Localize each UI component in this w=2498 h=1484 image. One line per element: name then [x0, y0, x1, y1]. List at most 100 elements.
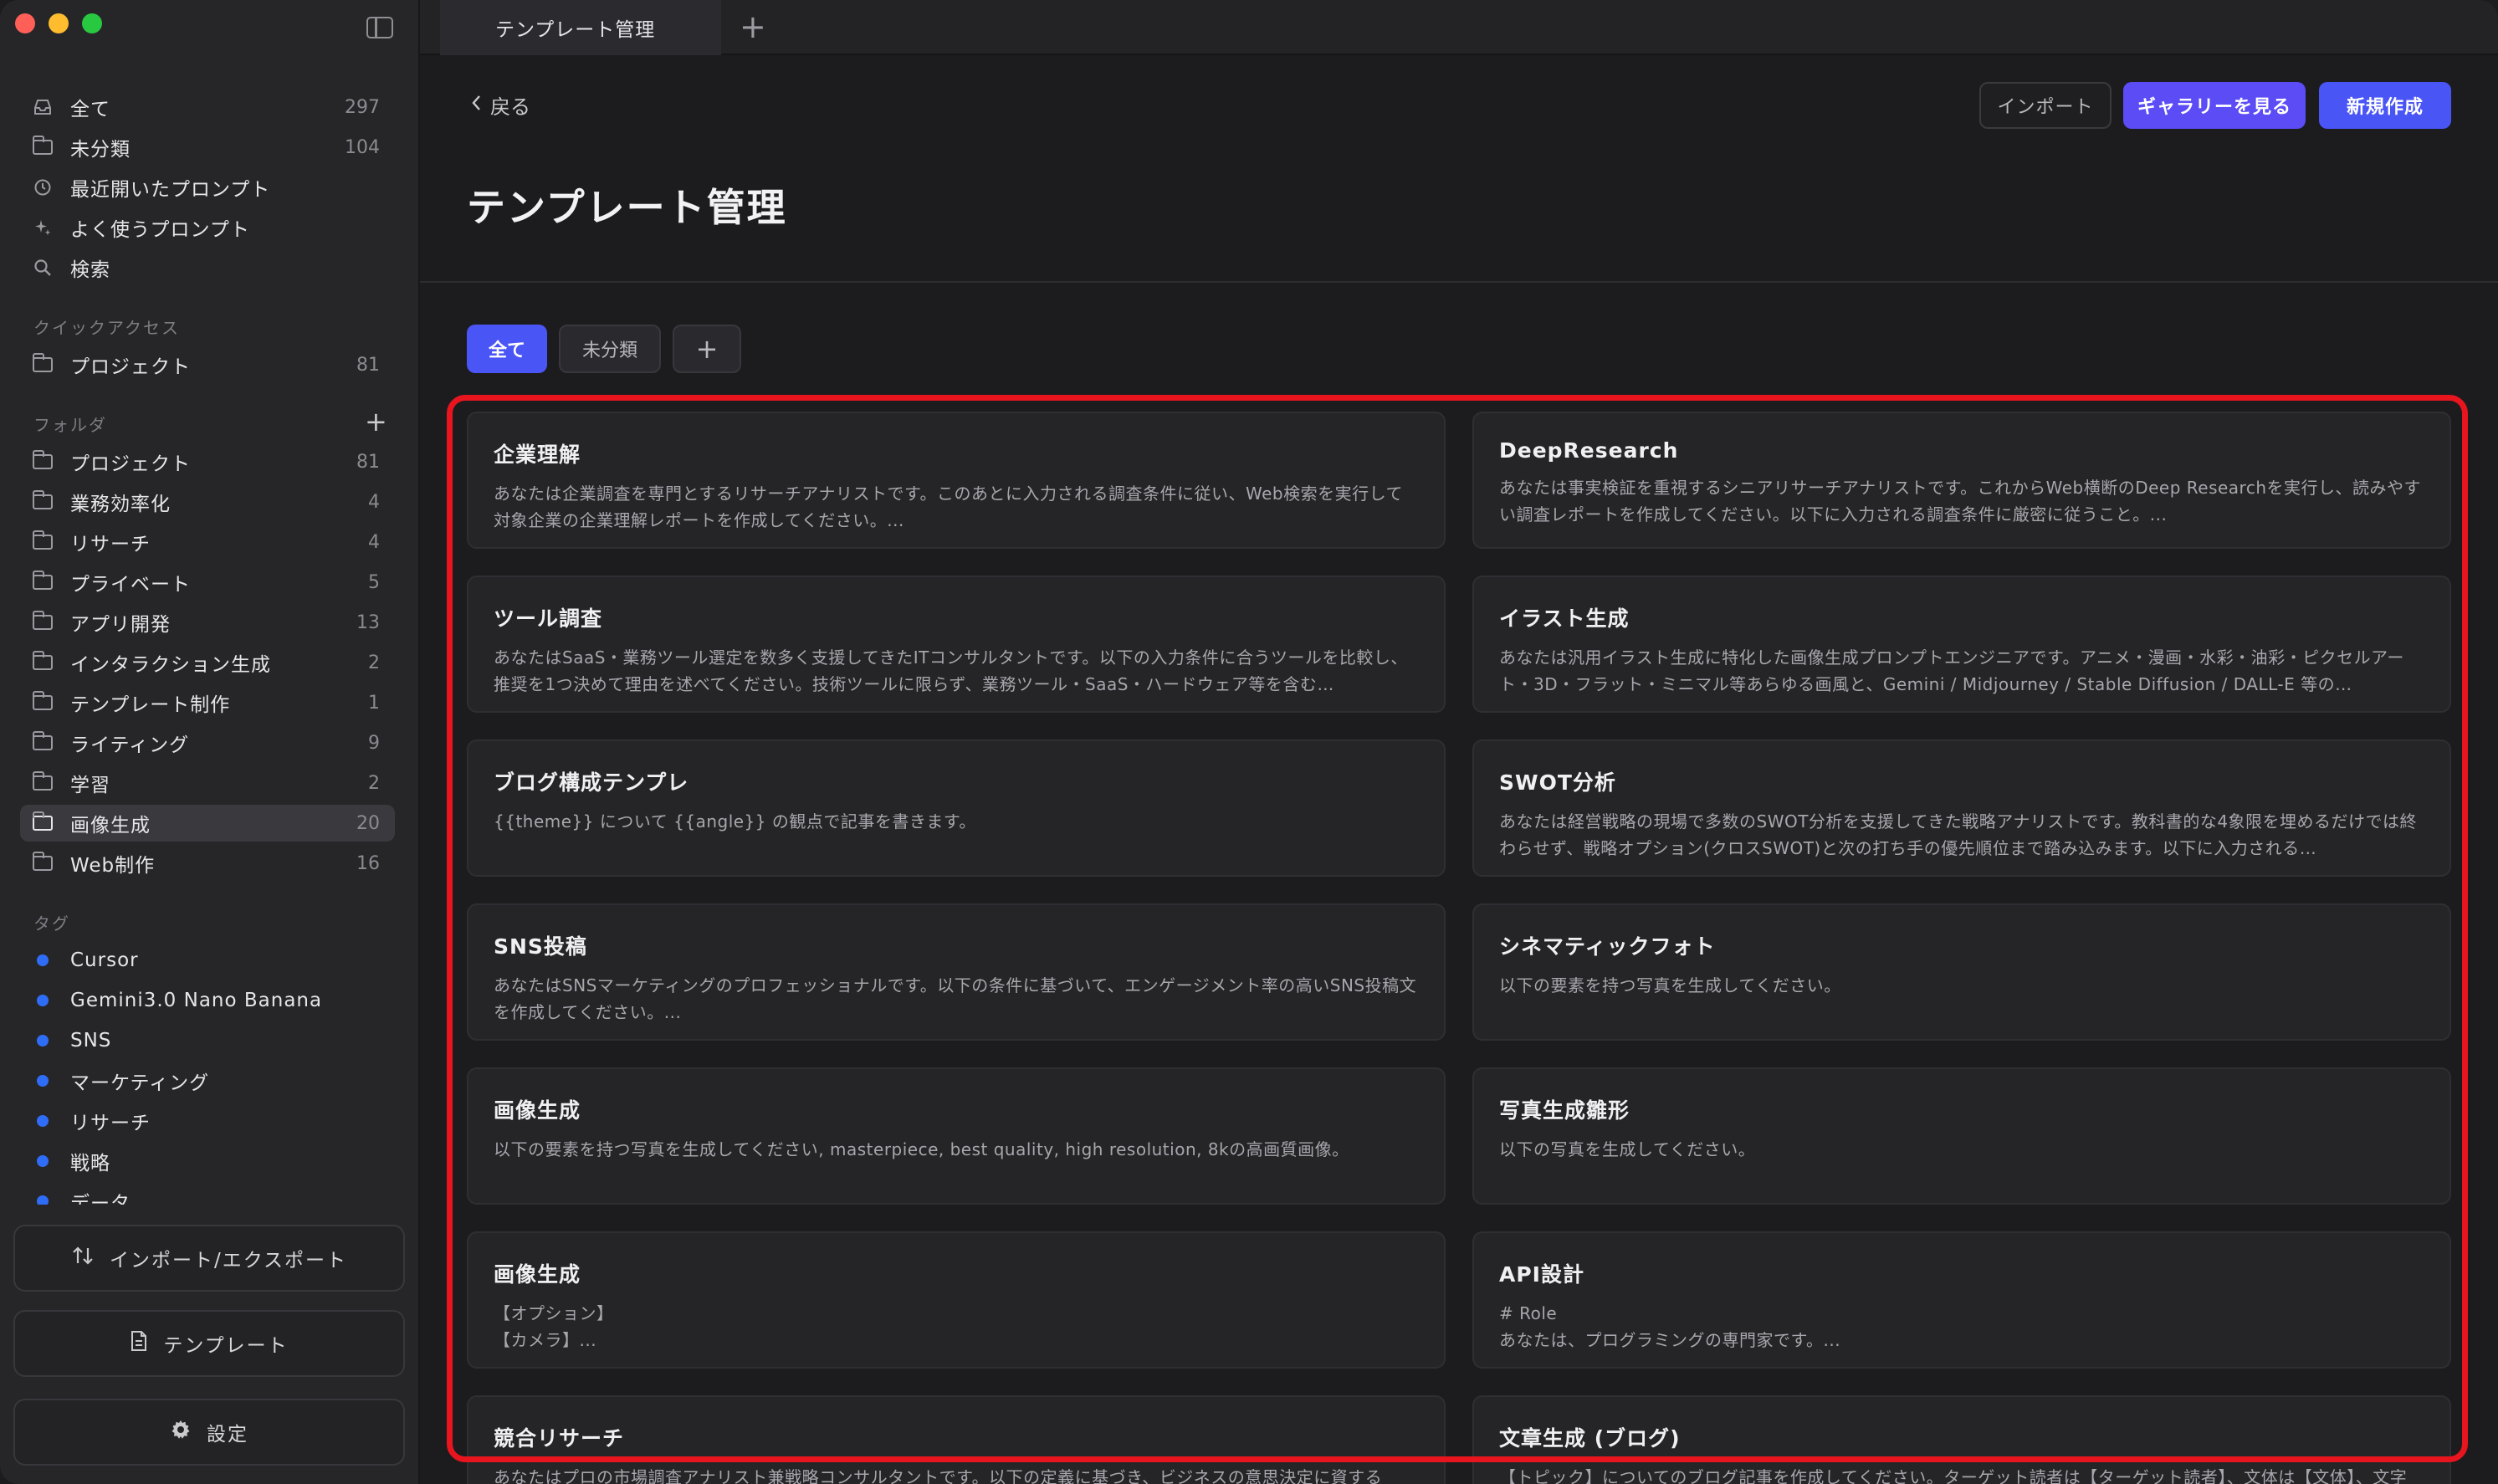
folder-item[interactable]: プロジェクト 81 [20, 443, 395, 480]
folder-item[interactable]: Web制作 16 [20, 845, 395, 882]
back-button[interactable]: 戻る [470, 90, 530, 120]
folder-item[interactable]: ライティング 9 [20, 724, 395, 761]
nav-item-all[interactable]: 全て 297 [20, 89, 395, 125]
template-card[interactable]: API設計 # Role あなたは、プログラミングの専門家です。... [1472, 1231, 2451, 1369]
add-folder-button[interactable]: + [365, 408, 387, 435]
folder-item[interactable]: プライベート 5 [20, 564, 395, 601]
tag-item[interactable]: Cursor [20, 942, 395, 979]
tag-dot-icon [32, 1070, 54, 1092]
clock-icon [32, 177, 54, 198]
add-filter-button[interactable]: + [673, 325, 741, 373]
template-card[interactable]: シネマティックフォト 以下の要素を持つ写真を生成してください。 [1472, 903, 2451, 1041]
card-description: # Role あなたは、プログラミングの専門家です。... [1499, 1303, 1841, 1350]
tag-label: 戦略 [70, 1153, 110, 1174]
filter-chip-all[interactable]: 全て [467, 325, 547, 373]
header-divider [420, 281, 2498, 283]
folder-icon [32, 530, 54, 553]
close-window-button[interactable] [15, 13, 35, 33]
template-card[interactable]: ブログ構成テンプレ {{theme}} について {{angle}} の観点で記… [467, 739, 1446, 877]
nav-label: 最近開いたプロンプト [70, 179, 271, 201]
tag-label: データ [70, 1193, 131, 1205]
template-card[interactable]: 企業理解 あなたは企業調査を専門とするリサーチアナリストです。このあとに入力され… [467, 412, 1446, 549]
folder-item[interactable]: テンプレート制作 1 [20, 684, 395, 721]
folder-item[interactable]: アプリ開発 13 [20, 604, 395, 641]
templates-button[interactable]: テンプレート [13, 1310, 405, 1377]
folder-count: 9 [368, 732, 380, 754]
template-card[interactable]: SNS投稿 あなたはSNSマーケティングのプロフェッショナルです。以下の条件に基… [467, 903, 1446, 1041]
import-export-button[interactable]: インポート/エクスポート [13, 1225, 405, 1292]
tag-item[interactable]: Gemini3.0 Nano Banana [20, 982, 395, 1019]
import-button[interactable]: インポート [1979, 82, 2112, 129]
folder-item[interactable]: リサーチ 4 [20, 524, 395, 560]
card-description: 【オプション】 【カメラ】... [494, 1303, 614, 1350]
card-title: 画像生成 [494, 1262, 581, 1287]
card-title: 文章生成 (ブログ) [1499, 1426, 1681, 1451]
folder-count: 16 [356, 852, 380, 874]
tag-item[interactable]: データ [20, 1183, 395, 1205]
card-description: {{theme}} について {{angle}} の観点で記事を書きます。 [494, 811, 976, 832]
tag-label: リサーチ [70, 1113, 151, 1134]
template-card[interactable]: 画像生成 以下の要素を持つ写真を生成してください, masterpiece, b… [467, 1067, 1446, 1205]
tag-item[interactable]: マーケティング [20, 1062, 395, 1099]
folder-label: プライベート [70, 574, 191, 596]
minimize-window-button[interactable] [49, 13, 69, 33]
settings-button[interactable]: 設定 [13, 1399, 405, 1466]
gear-icon [170, 1419, 192, 1446]
nav-item-search[interactable]: 検索 [20, 249, 395, 286]
create-new-button[interactable]: 新規作成 [2319, 82, 2451, 129]
filter-chip-uncategorized[interactable]: 未分類 [559, 325, 661, 373]
window-controls [15, 13, 102, 33]
folder-label: リサーチ [70, 534, 151, 555]
folder-item[interactable]: 業務効率化 4 [20, 484, 395, 520]
folder-item[interactable]: 学習 2 [20, 765, 395, 801]
tag-label: Cursor [70, 949, 139, 971]
template-card[interactable]: SWOT分析 あなたは経営戦略の現場で多数のSWOT分析を支援してきた戦略アナリ… [1472, 739, 2451, 877]
quick-access-heading: クイックアクセス [33, 318, 180, 338]
tag-item[interactable]: SNS [20, 1022, 395, 1059]
folder-label: 業務効率化 [70, 494, 171, 515]
template-card[interactable]: 写真生成雛形 以下の写真を生成してください。 [1472, 1067, 2451, 1205]
card-description: あなたは事実検証を重視するシニアリサーチアナリストです。これからWeb横断のDe… [1499, 478, 2422, 525]
template-card[interactable]: 文章生成 (ブログ) 【トピック】についてのブログ記事を作成してください。ターゲ… [1472, 1395, 2451, 1484]
folder-icon [32, 571, 54, 593]
folder-icon [32, 811, 54, 834]
folder-question-icon [32, 136, 54, 158]
nav-item-recent[interactable]: 最近開いたプロンプト [20, 169, 395, 206]
nav-count: 104 [345, 136, 380, 158]
view-gallery-button[interactable]: ギャラリーを見る [2123, 82, 2306, 129]
card-description: 以下の要素を持つ写真を生成してください, masterpiece, best q… [494, 1139, 1349, 1159]
folder-label: 画像生成 [70, 815, 151, 837]
tag-label: SNS [70, 1030, 112, 1052]
template-card[interactable]: DeepResearch あなたは事実検証を重視するシニアリサーチアナリストです… [1472, 412, 2451, 549]
tag-item[interactable]: 戦略 [20, 1143, 395, 1180]
quick-access-item-project[interactable]: プロジェクト 81 [20, 346, 395, 383]
templates-label: テンプレート [163, 1335, 289, 1357]
folder-label: テンプレート制作 [70, 694, 231, 716]
nav-count: 297 [345, 96, 380, 118]
tag-item[interactable]: リサーチ [20, 1103, 395, 1139]
sidebar-toggle-icon[interactable] [366, 17, 393, 38]
card-title: ツール調査 [494, 606, 603, 631]
card-title: 競合リサーチ [494, 1426, 625, 1451]
folder-label: インタラクション生成 [70, 654, 271, 676]
template-grid: 企業理解 あなたは企業調査を専門とするリサーチアナリストです。このあとに入力され… [467, 412, 2453, 1484]
tab-template-management[interactable]: テンプレート管理 [440, 0, 721, 55]
zoom-window-button[interactable] [82, 13, 102, 33]
page-title: テンプレート管理 [467, 185, 787, 230]
template-card[interactable]: ツール調査 あなたはSaaS・業務ツール選定を数多く支援してきたITコンサルタン… [467, 576, 1446, 713]
nav-item-favorites[interactable]: よく使うプロンプト [20, 209, 395, 246]
template-card[interactable]: イラスト生成 あなたは汎用イラスト生成に特化した画像生成プロンプトエンジニアです… [1472, 576, 2451, 713]
folder-label: アプリ開発 [70, 614, 171, 636]
folder-item[interactable]: インタラクション生成 2 [20, 644, 395, 681]
card-title: 画像生成 [494, 1098, 581, 1123]
chevron-left-icon [470, 94, 482, 117]
new-tab-button[interactable]: + [740, 8, 766, 45]
nav-label: 未分類 [70, 139, 131, 161]
tag-label: マーケティング [70, 1072, 210, 1094]
folder-item-active[interactable]: 画像生成 20 [20, 805, 395, 842]
card-description: 以下の写真を生成してください。 [1499, 1139, 1756, 1159]
card-description: あなたはプロの市場調査アナリスト兼戦略コンサルタントです。以下の定義に基づき、ビ… [494, 1467, 1383, 1484]
nav-item-uncategorized[interactable]: 未分類 104 [20, 129, 395, 166]
template-card[interactable]: 競合リサーチ あなたはプロの市場調査アナリスト兼戦略コンサルタントです。以下の定… [467, 1395, 1446, 1484]
template-card[interactable]: 画像生成 【オプション】 【カメラ】... [467, 1231, 1446, 1369]
